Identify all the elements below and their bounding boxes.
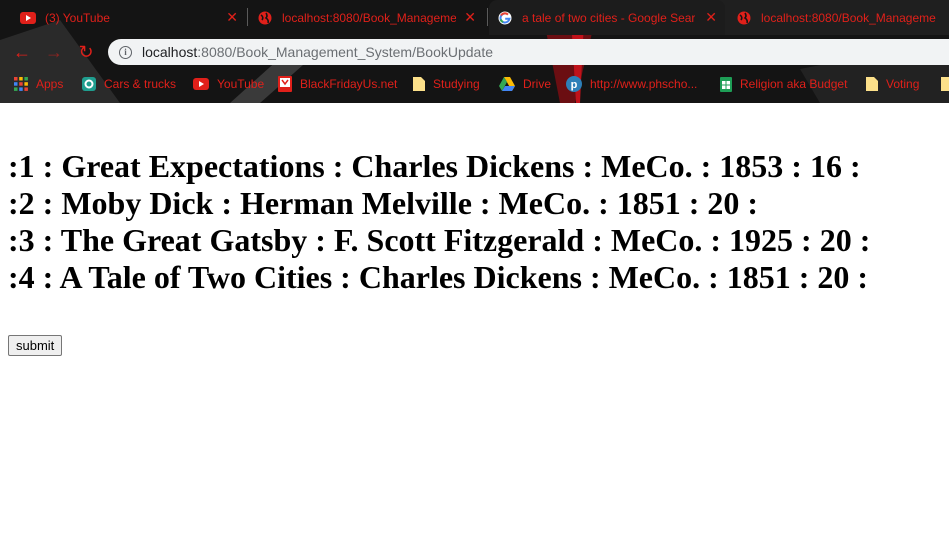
bookmark-drive[interactable]: Drive	[499, 75, 551, 93]
bookmark-apps[interactable]: Apps	[14, 75, 63, 93]
tab-google-search[interactable]: a tale of two cities - Google Sear ✕	[489, 0, 725, 35]
folder-icon	[413, 77, 425, 91]
book-record: :2 : Moby Dick : Herman Melville : MeCo.…	[8, 185, 759, 221]
bookmark-label: Studying	[433, 77, 480, 91]
tab-localhost-2[interactable]: localhost:8080/Book_Manageme	[728, 0, 949, 35]
svg-text:p: p	[571, 79, 578, 91]
bookmark-label: Voting	[886, 77, 920, 91]
close-tab-icon[interactable]: ✕	[464, 9, 476, 25]
tab-youtube[interactable]: (3) YouTube ✕	[12, 0, 246, 35]
globe-icon	[258, 11, 272, 24]
back-arrow-icon[interactable]: ←	[12, 42, 32, 62]
tab-localhost-1[interactable]: localhost:8080/Book_Manageme ✕	[250, 0, 484, 35]
bookmark-label: Drive	[523, 77, 552, 91]
book-record: :4 : A Tale of Two Cities : Charles Dick…	[8, 259, 869, 295]
cars-site-icon	[82, 77, 96, 91]
google-drive-icon	[499, 77, 515, 91]
bookmark-phscho[interactable]: p http://www.phscho...	[566, 75, 697, 93]
url-path: :8080/Book_Management_System/BookUpdate	[197, 44, 494, 60]
tab-divider	[487, 8, 488, 26]
bookmark-overflow-folder[interactable]	[941, 75, 949, 93]
bookmark-label: Religion aka Budget	[740, 77, 848, 91]
bookmark-youtube[interactable]: YouTube	[193, 75, 264, 93]
bookmark-label: Cars & trucks	[104, 77, 177, 91]
toolbar: ← → ↻ i localhost:8080/Book_Management_S…	[0, 35, 949, 69]
forward-arrow-icon[interactable]: →	[44, 42, 64, 62]
address-bar[interactable]: i localhost:8080/Book_Management_System/…	[108, 39, 949, 65]
close-tab-icon[interactable]: ✕	[705, 9, 717, 25]
submit-button[interactable]: submit	[8, 335, 63, 356]
folder-icon	[941, 77, 949, 91]
youtube-icon	[193, 78, 209, 90]
tab-title: (3) YouTube	[45, 10, 110, 25]
bookmark-label: Apps	[36, 77, 64, 91]
bookmark-religion-budget[interactable]: Religion aka Budget	[720, 75, 847, 93]
bookmarks-bar: Apps Cars & trucks YouTube BlackFridayUs…	[0, 69, 949, 99]
tab-title: localhost:8080/Book_Manageme	[761, 10, 936, 25]
bookmark-voting[interactable]: Voting	[866, 75, 919, 93]
close-tab-icon[interactable]: ✕	[226, 9, 238, 25]
youtube-icon	[20, 11, 36, 24]
site-info-icon[interactable]: i	[119, 45, 132, 59]
globe-icon	[737, 11, 751, 24]
spreadsheet-icon	[720, 76, 732, 92]
book-record: :3 : The Great Gatsby : F. Scott Fitzger…	[8, 222, 871, 258]
google-icon	[498, 11, 512, 24]
reload-icon[interactable]: ↻	[76, 42, 96, 62]
bookmark-label: YouTube	[217, 77, 265, 91]
page-content: :1 : Great Expectations : Charles Dicken…	[0, 103, 949, 557]
bookmark-blackfriday[interactable]: BlackFridayUs.net	[278, 75, 397, 93]
blackfriday-site-icon	[278, 76, 292, 92]
p-site-icon: p	[566, 76, 582, 92]
tab-divider	[247, 8, 248, 26]
browser-chrome: (3) YouTube ✕ localhost:8080/Book_Manage…	[0, 0, 949, 103]
apps-grid-icon	[14, 77, 28, 91]
bookmark-cars-trucks[interactable]: Cars & trucks	[82, 75, 176, 93]
tab-title: localhost:8080/Book_Manageme	[282, 10, 456, 25]
url-host: localhost	[142, 44, 198, 60]
book-record: :1 : Great Expectations : Charles Dicken…	[8, 148, 861, 184]
tab-strip: (3) YouTube ✕ localhost:8080/Book_Manage…	[0, 0, 949, 35]
folder-icon	[866, 77, 878, 91]
bookmark-studying[interactable]: Studying	[413, 75, 480, 93]
tab-title: a tale of two cities - Google Sear	[522, 10, 696, 25]
bookmark-label: BlackFridayUs.net	[300, 77, 398, 91]
bookmark-label: http://www.phscho...	[590, 77, 698, 91]
